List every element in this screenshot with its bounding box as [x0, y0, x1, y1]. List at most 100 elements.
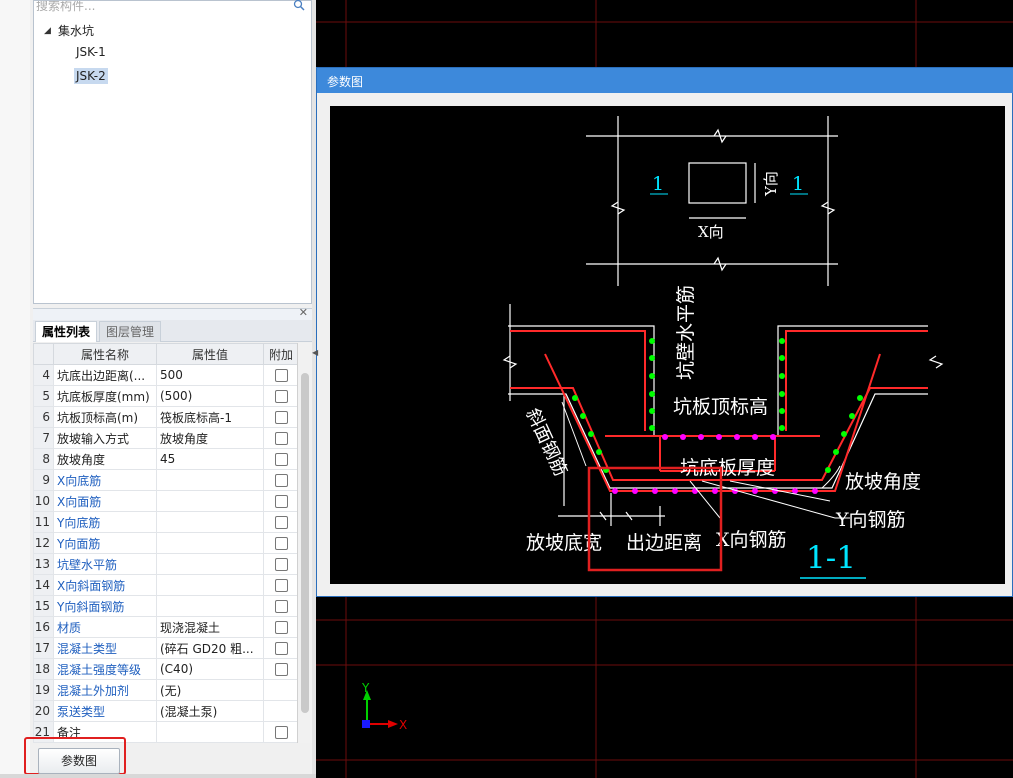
attach-cell: [263, 511, 297, 533]
header-attach: 附加: [263, 343, 297, 365]
attach-cell: [263, 721, 297, 743]
close-icon[interactable]: ✕: [299, 306, 308, 319]
property-value[interactable]: [156, 490, 264, 512]
attach-checkbox[interactable]: [274, 432, 288, 445]
attach-checkbox[interactable]: [274, 411, 288, 424]
tab-layer-management[interactable]: 图层管理: [99, 321, 162, 342]
row-index: 6: [33, 406, 54, 428]
attach-checkbox[interactable]: [274, 516, 288, 529]
label-slope-angle: 放坡角度: [845, 471, 921, 493]
attach-checkbox[interactable]: [274, 453, 288, 466]
attach-checkbox[interactable]: [274, 495, 288, 508]
property-value[interactable]: (混凝土泵): [156, 700, 264, 722]
attach-checkbox[interactable]: [274, 621, 288, 634]
scrollbar-thumb[interactable]: [301, 373, 309, 713]
property-value[interactable]: (碎石 GD20 粗...: [156, 637, 264, 659]
property-row[interactable]: 8 放坡角度 45: [33, 448, 297, 470]
property-name: 泵送类型: [53, 700, 157, 722]
expand-caret-icon[interactable]: ◢: [44, 26, 51, 36]
property-value[interactable]: (无): [156, 679, 264, 701]
property-value[interactable]: 放坡角度: [156, 427, 264, 449]
property-value[interactable]: [156, 532, 264, 554]
component-tree-pane: 搜索构件... ◢ 集水坑 JSK-1 JSK-2: [33, 0, 312, 304]
property-value[interactable]: [156, 721, 264, 743]
attach-checkbox[interactable]: [274, 579, 288, 592]
attach-checkbox[interactable]: [274, 558, 288, 571]
attach-cell: [263, 385, 297, 407]
tab-property-list[interactable]: 属性列表: [35, 321, 98, 342]
param-diagram-button[interactable]: 参数图: [38, 748, 120, 774]
header-index: [33, 343, 54, 365]
property-value[interactable]: (C40): [156, 658, 264, 680]
property-row[interactable]: 13 坑壁水平筋: [33, 553, 297, 575]
left-gutter: [0, 0, 30, 778]
property-row[interactable]: 18 混凝土强度等级 (C40): [33, 658, 297, 680]
property-row[interactable]: 19 混凝土外加剂 (无): [33, 679, 297, 701]
attach-cell: [263, 469, 297, 491]
attach-checkbox[interactable]: [274, 600, 288, 613]
property-value[interactable]: [156, 595, 264, 617]
attach-cell: [263, 595, 297, 617]
property-row[interactable]: 20 泵送类型 (混凝土泵): [33, 700, 297, 722]
attach-checkbox[interactable]: [274, 474, 288, 487]
property-value[interactable]: 45: [156, 448, 264, 470]
property-value[interactable]: 500: [156, 364, 264, 386]
tree-node-jsk1[interactable]: JSK-1: [76, 45, 106, 59]
row-index: 5: [33, 385, 54, 407]
property-row[interactable]: 16 材质 现浇混凝土: [33, 616, 297, 638]
attach-checkbox[interactable]: [274, 537, 288, 550]
tree-node-jsk2[interactable]: JSK-2: [74, 68, 108, 84]
property-value[interactable]: (500): [156, 385, 264, 407]
x-dir-label: X向: [698, 223, 724, 241]
dialog-titlebar[interactable]: 参数图: [317, 68, 1013, 93]
attach-cell: [263, 658, 297, 680]
property-scrollbar[interactable]: [298, 343, 312, 743]
panel-splitter[interactable]: [312, 0, 316, 778]
property-row[interactable]: 12 Y向面筋: [33, 532, 297, 554]
property-value[interactable]: [156, 553, 264, 575]
attach-checkbox[interactable]: [274, 663, 288, 676]
property-row[interactable]: 15 Y向斜面钢筋: [33, 595, 297, 617]
property-row[interactable]: 9 X向底筋: [33, 469, 297, 491]
attach-checkbox[interactable]: [274, 369, 288, 382]
property-value[interactable]: 现浇混凝土: [156, 616, 264, 638]
row-index: 15: [33, 595, 54, 617]
property-row[interactable]: 11 Y向底筋: [33, 511, 297, 533]
property-row[interactable]: 6 坑板顶标高(m) 筏板底标高-1: [33, 406, 297, 428]
attach-checkbox[interactable]: [274, 390, 288, 403]
row-index: 13: [33, 553, 54, 575]
property-value[interactable]: [156, 574, 264, 596]
property-value[interactable]: [156, 511, 264, 533]
collapse-arrow-icon[interactable]: ◀: [312, 348, 318, 360]
status-strip: [0, 774, 316, 778]
property-name: X向面筋: [53, 490, 157, 512]
axis-x-label: X: [399, 718, 407, 732]
property-row[interactable]: 7 放坡输入方式 放坡角度: [33, 427, 297, 449]
attach-checkbox[interactable]: [274, 726, 288, 739]
property-row[interactable]: 4 坑底出边距离(... 500: [33, 364, 297, 386]
property-row[interactable]: 14 X向斜面钢筋: [33, 574, 297, 596]
row-index: 7: [33, 427, 54, 449]
property-name: 混凝土强度等级: [53, 658, 157, 680]
property-value[interactable]: [156, 469, 264, 491]
label-wall-horizontal-bar: 坑壁水平筋: [675, 285, 697, 380]
search-icon[interactable]: [293, 0, 305, 11]
left-panel: 搜索构件... ◢ 集水坑 JSK-1 JSK-2 ✕ 属性列表 图层管理 属性…: [0, 0, 318, 778]
attach-cell: [263, 448, 297, 470]
tree-node-root[interactable]: 集水坑: [58, 22, 94, 39]
attach-cell: [263, 427, 297, 449]
property-row[interactable]: 17 混凝土类型 (碎石 GD20 粗...: [33, 637, 297, 659]
attach-checkbox[interactable]: [274, 642, 288, 655]
property-name: 坑壁水平筋: [53, 553, 157, 575]
plan-cut-label-left: 1: [652, 173, 664, 195]
row-index: 14: [33, 574, 54, 596]
label-edge-distance: 出边距离: [626, 532, 702, 554]
row-index: 8: [33, 448, 54, 470]
search-input[interactable]: 搜索构件...: [34, 1, 311, 13]
property-row[interactable]: 5 坑底板厚度(mm) (500): [33, 385, 297, 407]
property-row[interactable]: 10 X向面筋: [33, 490, 297, 512]
label-x-bar: X向钢筋: [716, 529, 787, 551]
diagram-canvas: X向 Y向 1 1 坑壁水平筋 坑板顶标高 斜面钢筋 坑底板厚度 放坡角度 Y向…: [330, 106, 1005, 584]
row-index: 11: [33, 511, 54, 533]
property-value[interactable]: 筏板底标高-1: [156, 406, 264, 428]
